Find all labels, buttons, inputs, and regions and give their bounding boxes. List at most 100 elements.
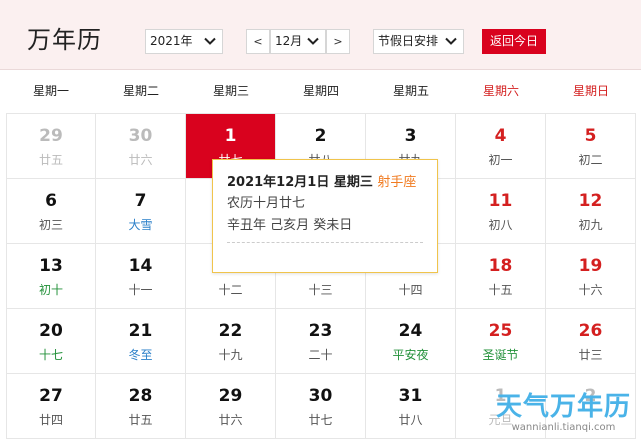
lunar-label: 大雪 <box>128 218 153 232</box>
day-number: 2 <box>314 126 327 146</box>
lunar-label: 十一 <box>128 283 153 297</box>
page-title: 万年历 <box>27 26 102 54</box>
prev-month-button[interactable]: < <box>246 29 270 54</box>
day-number: 7 <box>134 191 147 211</box>
lunar-label: 十二 <box>218 283 243 297</box>
day-cell[interactable]: 21 冬至 <box>96 309 186 374</box>
day-number: 1 <box>224 126 237 146</box>
lunar-label: 十九 <box>218 348 243 362</box>
day-cell[interactable]: 24 平安夜 <box>366 309 456 374</box>
weekday-label: 星期一 <box>32 84 69 98</box>
lunar-label: 廿三 <box>578 348 603 362</box>
lunar-label: 初二 <box>578 153 603 167</box>
day-number: 14 <box>128 256 153 276</box>
day-cell[interactable]: 13 初十 <box>6 244 96 309</box>
chevron-down-icon <box>307 37 319 45</box>
weekday-label: 星期二 <box>122 84 159 98</box>
day-number: 12 <box>578 191 603 211</box>
lunar-label: 十六 <box>578 283 603 297</box>
day-cell[interactable]: 28 廿五 <box>96 374 186 439</box>
day-number: 18 <box>488 256 513 276</box>
day-cell[interactable]: 30 廿六 <box>96 114 186 179</box>
lunar-label: 廿六 <box>218 413 243 427</box>
month-select-value: 12月 <box>275 34 303 48</box>
day-number: 11 <box>488 191 513 211</box>
lunar-label: 初十 <box>38 283 63 297</box>
lunar-label: 十五 <box>488 283 513 297</box>
month-select[interactable]: 12月 <box>270 29 326 54</box>
weekday-label: 星期四 <box>302 84 339 98</box>
lunar-label: 十四 <box>398 283 423 297</box>
day-cell[interactable]: 5 初二 <box>546 114 636 179</box>
day-detail-tooltip: 2021年12月1日 星期三 射手座 农历十月廿七 辛丑年 己亥月 癸未日 <box>212 159 438 273</box>
lunar-label: 廿六 <box>128 153 153 167</box>
day-number: 6 <box>45 191 57 211</box>
day-number: 19 <box>578 256 603 276</box>
day-cell[interactable]: 20 十七 <box>6 309 96 374</box>
watermark-url: wannianli.tianqi.com <box>511 422 616 433</box>
day-number: 24 <box>398 321 423 341</box>
day-cell[interactable]: 30 廿七 <box>276 374 366 439</box>
day-number: 4 <box>494 126 507 146</box>
lunar-label: 廿四 <box>38 413 63 427</box>
year-select[interactable]: 2021年 <box>145 29 223 54</box>
day-cell[interactable]: 11 初八 <box>456 179 546 244</box>
back-to-today-button[interactable]: 返回今日 <box>482 29 546 54</box>
tooltip-date: 2021年12月1日 星期三 <box>227 175 373 190</box>
day-cell[interactable]: 27 廿四 <box>6 374 96 439</box>
day-cell[interactable]: 26 廿三 <box>546 309 636 374</box>
day-cell[interactable]: 29 廿六 <box>186 374 276 439</box>
tooltip-ganzhi: 辛丑年 己亥月 癸未日 <box>227 218 353 233</box>
day-cell[interactable]: 18 十五 <box>456 244 546 309</box>
day-number: 28 <box>128 386 153 406</box>
day-number: 21 <box>128 321 153 341</box>
weekday-header: 星期一 星期二 星期三 星期四 星期五 星期六 星期日 <box>6 70 636 113</box>
day-number: 25 <box>488 321 513 341</box>
day-number: 13 <box>39 256 63 276</box>
lunar-label: 平安夜 <box>392 348 429 362</box>
day-cell[interactable]: 19 十六 <box>546 244 636 309</box>
day-cell[interactable]: 29 廿五 <box>6 114 96 179</box>
holiday-select[interactable]: 节假日安排 <box>373 29 464 54</box>
weekday-label: 星期五 <box>392 84 429 98</box>
day-number: 29 <box>218 386 243 406</box>
tooltip-zodiac: 射手座 <box>377 175 417 190</box>
watermark-title: 天气万年历 <box>495 392 631 422</box>
lunar-label: 廿七 <box>308 413 333 427</box>
day-number: 31 <box>398 386 423 406</box>
lunar-label: 廿八 <box>398 413 423 427</box>
weekday-label: 星期六 <box>482 84 519 98</box>
day-cell[interactable]: 6 初三 <box>6 179 96 244</box>
day-number: 30 <box>308 386 333 406</box>
tooltip-lunar-date: 农历十月廿七 <box>227 196 306 211</box>
day-number: 5 <box>584 126 597 146</box>
lunar-label: 二十 <box>308 348 333 362</box>
day-number: 3 <box>404 126 417 146</box>
day-cell[interactable]: 12 初九 <box>546 179 636 244</box>
next-month-button[interactable]: > <box>326 29 350 54</box>
day-cell[interactable]: 22 十九 <box>186 309 276 374</box>
day-cell[interactable]: 23 二十 <box>276 309 366 374</box>
lunar-label: 十七 <box>38 348 63 362</box>
lunar-label: 十三 <box>308 283 333 297</box>
year-select-value: 2021年 <box>150 34 193 48</box>
day-number: 22 <box>218 321 243 341</box>
chevron-down-icon <box>445 37 457 45</box>
lunar-label: 圣诞节 <box>482 348 519 362</box>
day-cell[interactable]: 31 廿八 <box>366 374 456 439</box>
day-cell[interactable]: 25 圣诞节 <box>456 309 546 374</box>
calendar-header: 万年历 2021年 < 12月 > 节假日安排 返回今日 <box>0 0 641 70</box>
day-cell[interactable]: 7 大雪 <box>96 179 186 244</box>
lunar-label: 初九 <box>578 218 603 232</box>
watermark-logo: 天气万年历 wannianli.tianqi.com <box>496 392 631 434</box>
lunar-label: 初一 <box>488 153 513 167</box>
day-cell[interactable]: 14 十一 <box>96 244 186 309</box>
weekday-label: 星期三 <box>212 84 249 98</box>
day-cell[interactable]: 4 初一 <box>456 114 546 179</box>
weekday-label: 星期日 <box>572 84 609 98</box>
lunar-label: 廿五 <box>128 413 153 427</box>
day-number: 26 <box>578 321 603 341</box>
lunar-label: 冬至 <box>128 348 153 362</box>
lunar-label: 廿五 <box>38 153 63 167</box>
day-number: 27 <box>39 386 63 406</box>
